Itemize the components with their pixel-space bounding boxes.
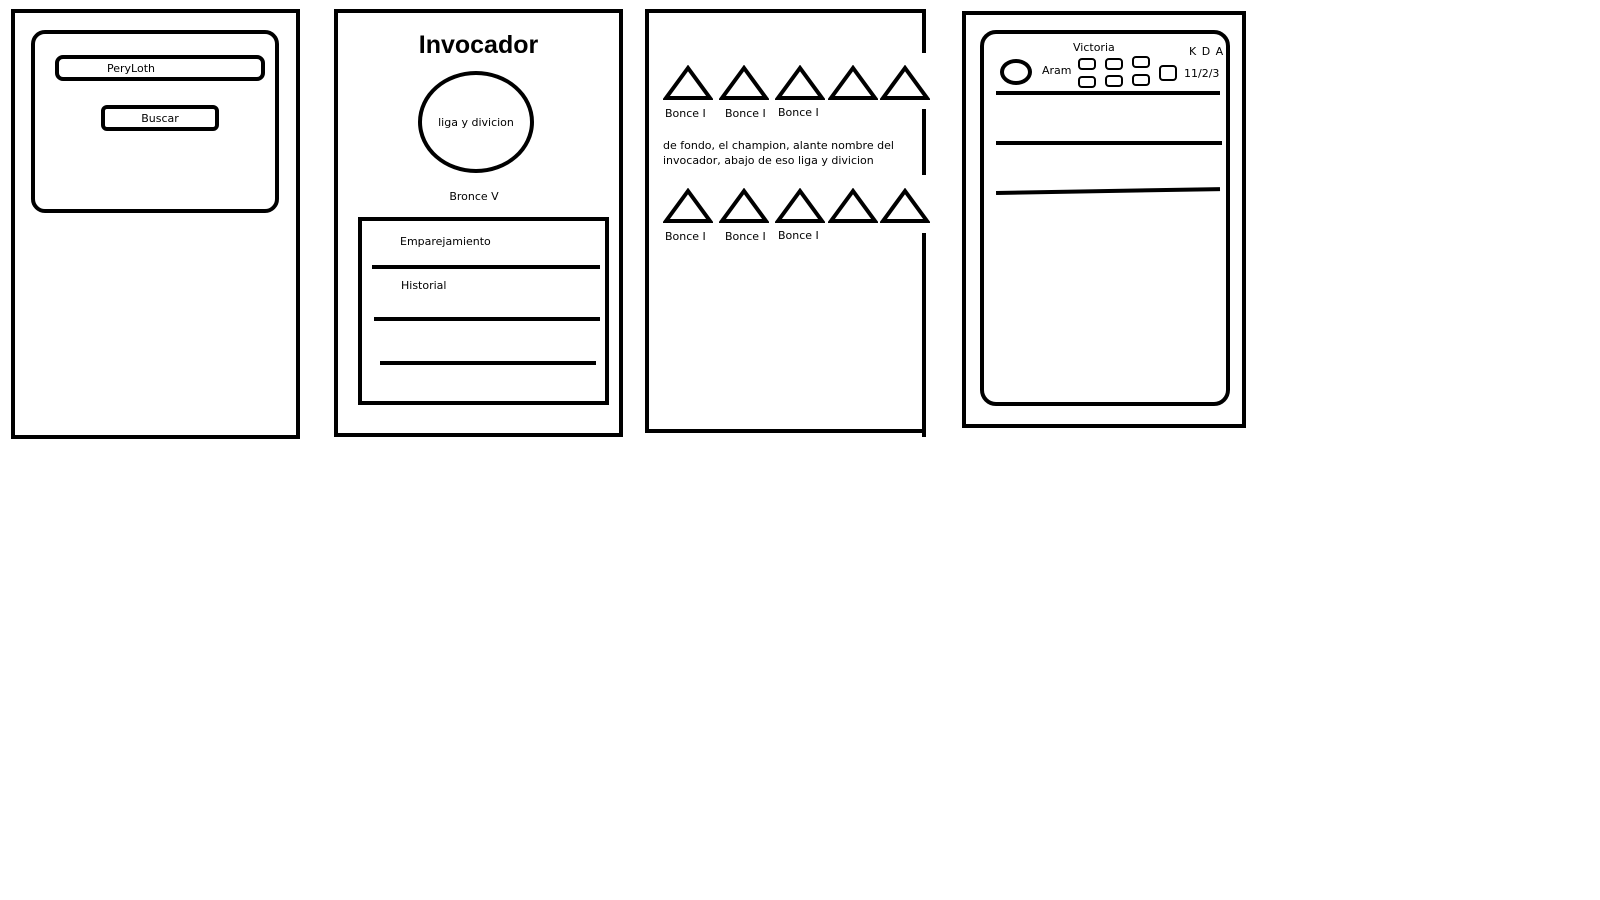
match-row-divider [996,141,1222,145]
search-input[interactable]: PeryLoth [55,55,265,81]
item-slot-icon [1132,56,1150,68]
item-slot-icon [1105,58,1123,70]
search-input-value: PeryLoth [107,61,155,75]
avatar-label: liga y divicion [438,115,514,129]
champion-rank-label: Bonce I [778,106,819,119]
search-panel: PeryLoth Buscar [31,30,279,213]
champion-rank-label: Bonce I [725,107,766,120]
page-title: Invocador [418,31,539,59]
champion-triangle-icon[interactable] [880,188,930,224]
champion-triangle-icon[interactable] [663,188,713,224]
champion-rank-label: Bonce I [778,229,819,242]
menu-item-historial[interactable]: Historial [401,279,446,292]
champion-icon [1000,59,1032,85]
champion-rank-label: Bonce I [665,107,706,120]
note-text-line-2: invocador, abajo de eso liga y divicion [663,154,874,167]
rank-label: Bronce V [449,190,499,203]
match-row-divider [996,187,1221,195]
screen-summoner: Invocador liga y divicion Bronce V Empar… [334,9,623,437]
divider [374,317,600,321]
item-slot-icon [1078,58,1096,70]
menu-item-emparejamiento[interactable]: Emparejamiento [400,235,491,248]
champion-triangle-icon[interactable] [880,65,930,101]
champion-rank-label: Bonce I [725,230,766,243]
item-slot-icon [1132,74,1150,86]
divider [372,265,600,269]
search-button[interactable]: Buscar [101,105,219,131]
item-slot-icon [1105,75,1123,87]
screen-match-history: Aram Victoria K D A 11/2/3 [962,11,1246,428]
champion-triangle-icon[interactable] [719,65,769,101]
champion-triangle-icon[interactable] [775,188,825,224]
champion-triangle-icon[interactable] [828,65,878,101]
kda-label: K D A [1189,45,1225,58]
champion-triangle-icon[interactable] [719,188,769,224]
screen-search: PeryLoth Buscar [11,9,300,439]
trinket-slot-icon [1159,65,1177,81]
champion-triangle-icon[interactable] [828,188,878,224]
divider [380,361,596,365]
note-text-line-1: de fondo, el champion, alante nombre del [663,139,894,152]
kda-value: 11/2/3 [1184,67,1220,80]
champion-rank-label: Bonce I [665,230,706,243]
champion-triangle-icon[interactable] [775,65,825,101]
avatar: liga y divicion [418,71,534,173]
champion-triangle-icon[interactable] [663,65,713,101]
menu-box: Emparejamiento Historial [358,217,609,405]
search-button-label: Buscar [141,111,179,125]
match-result-label: Victoria [1073,41,1115,54]
game-mode-label: Aram [1042,64,1072,77]
border-segment [922,109,926,175]
border-segment [922,233,926,437]
screen-champions: Bonce I Bonce I Bonce I de fondo, el cha… [645,9,930,437]
wireframe-canvas: PeryLoth Buscar Invocador liga y divicio… [0,0,1600,900]
match-row-divider [996,91,1220,95]
item-slot-icon [1078,76,1096,88]
match-list-panel: Aram Victoria K D A 11/2/3 [980,30,1230,406]
border-segment [922,9,926,53]
